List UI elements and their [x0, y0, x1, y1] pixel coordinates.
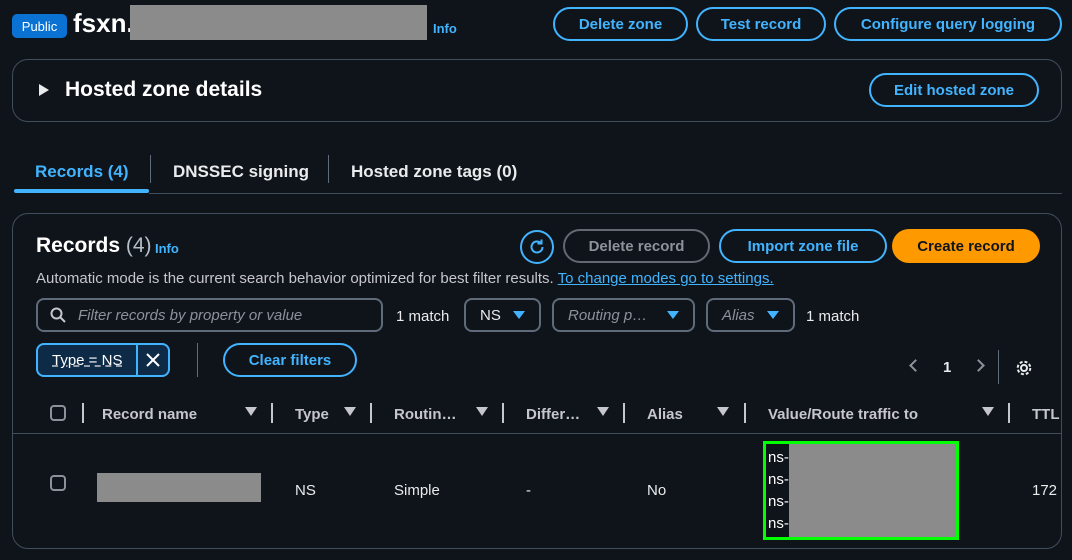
- table-header-divider: [13, 433, 1061, 434]
- select-all-checkbox[interactable]: [50, 405, 66, 421]
- next-page-icon[interactable]: [972, 359, 985, 372]
- zone-name-redacted: [130, 5, 427, 40]
- row-ttl: 172: [1032, 481, 1058, 499]
- records-count: (4): [125, 234, 152, 257]
- match-count-secondary: 1 match: [806, 308, 860, 325]
- column-header-routing[interactable]: Routin…: [394, 403, 456, 425]
- record-name-redacted[interactable]: [97, 473, 261, 502]
- filter-token: Type = NS: [36, 343, 170, 377]
- chevron-down-icon: [513, 311, 525, 319]
- column-header-type[interactable]: Type: [295, 403, 329, 425]
- alias-select-value: Alias: [722, 306, 755, 324]
- expand-caret-icon[interactable]: [39, 84, 49, 96]
- row-routing: Simple: [394, 481, 440, 499]
- search-input[interactable]: Filter records by property or value: [36, 298, 383, 332]
- gear-icon: [1016, 360, 1032, 376]
- delete-record-button[interactable]: Delete record: [563, 229, 710, 263]
- value-line: ns-: [768, 449, 789, 466]
- records-title: Records (4): [36, 234, 152, 258]
- clear-filters-button[interactable]: Clear filters: [223, 343, 357, 377]
- column-separator[interactable]: [623, 403, 625, 423]
- column-separator[interactable]: [271, 403, 273, 423]
- column-header-value[interactable]: Value/Route traffic to: [768, 403, 918, 425]
- type-select[interactable]: NS: [464, 298, 541, 332]
- sort-icon[interactable]: [476, 407, 488, 416]
- match-count: 1 match: [396, 308, 450, 325]
- remove-token-button[interactable]: [138, 353, 168, 367]
- page-number[interactable]: 1: [943, 359, 951, 376]
- tab-dnssec-signing[interactable]: DNSSEC signing: [173, 156, 309, 188]
- sort-icon[interactable]: [344, 407, 356, 416]
- test-record-button[interactable]: Test record: [696, 7, 826, 41]
- tab-records[interactable]: Records (4): [35, 156, 129, 188]
- sort-icon[interactable]: [717, 407, 729, 416]
- preferences-button[interactable]: [1015, 359, 1033, 382]
- column-header-differentiator[interactable]: Differ…: [526, 403, 580, 425]
- filter-token-label: Type = NS: [52, 351, 123, 369]
- value-line: ns-: [768, 471, 789, 488]
- tabs-divider: [149, 193, 1062, 194]
- row-checkbox[interactable]: [50, 475, 66, 491]
- delete-zone-button[interactable]: Delete zone: [553, 7, 688, 41]
- value-line: ns-: [768, 493, 789, 510]
- value-cell: ns- ns- ns- ns-: [763, 441, 959, 540]
- zone-info-link[interactable]: Info: [433, 21, 457, 36]
- column-separator[interactable]: [1008, 403, 1010, 423]
- sort-icon[interactable]: [597, 407, 609, 416]
- previous-page-icon[interactable]: [909, 359, 922, 372]
- value-redacted: [789, 444, 956, 537]
- column-header-ttl[interactable]: TTL: [1032, 403, 1060, 425]
- hosted-zone-details-title[interactable]: Hosted zone details: [65, 78, 262, 102]
- hosted-zone-details-panel: Hosted zone details Edit hosted zone: [12, 59, 1062, 122]
- search-mode-text: Automatic mode is the current search beh…: [36, 270, 554, 287]
- import-zone-file-button[interactable]: Import zone file: [719, 229, 887, 263]
- column-separator[interactable]: [744, 403, 746, 423]
- sort-icon[interactable]: [245, 407, 257, 416]
- type-select-value: NS: [480, 306, 501, 324]
- pagination-divider: [998, 350, 999, 384]
- tab-hosted-zone-tags[interactable]: Hosted zone tags (0): [351, 156, 517, 188]
- column-separator: [82, 403, 84, 423]
- refresh-icon: [530, 239, 544, 254]
- change-modes-link[interactable]: To change modes go to settings.: [558, 270, 774, 287]
- row-type: NS: [295, 481, 316, 499]
- close-icon: [146, 353, 160, 367]
- search-icon: [50, 307, 66, 323]
- routing-select[interactable]: Routing p…: [552, 298, 695, 332]
- column-header-alias[interactable]: Alias: [647, 403, 683, 425]
- search-placeholder: Filter records by property or value: [78, 306, 303, 324]
- tab-active-indicator: [14, 189, 149, 193]
- records-info-link[interactable]: Info: [155, 241, 179, 256]
- configure-query-logging-button[interactable]: Configure query logging: [834, 7, 1062, 41]
- edit-hosted-zone-button[interactable]: Edit hosted zone: [869, 73, 1039, 107]
- zone-name: fsxn.: [73, 8, 134, 38]
- create-record-button[interactable]: Create record: [892, 229, 1040, 263]
- records-title-text: Records: [36, 234, 121, 257]
- column-separator[interactable]: [502, 403, 504, 423]
- tab-separator: [150, 155, 151, 183]
- chevron-down-icon: [767, 311, 779, 319]
- public-badge: Public: [12, 14, 67, 38]
- chevron-down-icon: [667, 311, 679, 319]
- routing-select-value: Routing p…: [568, 306, 648, 324]
- value-line: ns-: [768, 515, 789, 532]
- token-group-divider: [197, 343, 198, 377]
- tab-separator: [328, 155, 329, 183]
- column-header-record-name[interactable]: Record name: [102, 403, 197, 425]
- column-separator[interactable]: [370, 403, 372, 423]
- search-mode-description: Automatic mode is the current search beh…: [36, 270, 774, 287]
- alias-select[interactable]: Alias: [706, 298, 795, 332]
- refresh-button[interactable]: [520, 230, 554, 264]
- row-alias: No: [647, 481, 667, 499]
- row-differentiator: -: [526, 481, 531, 499]
- sort-icon[interactable]: [982, 407, 994, 416]
